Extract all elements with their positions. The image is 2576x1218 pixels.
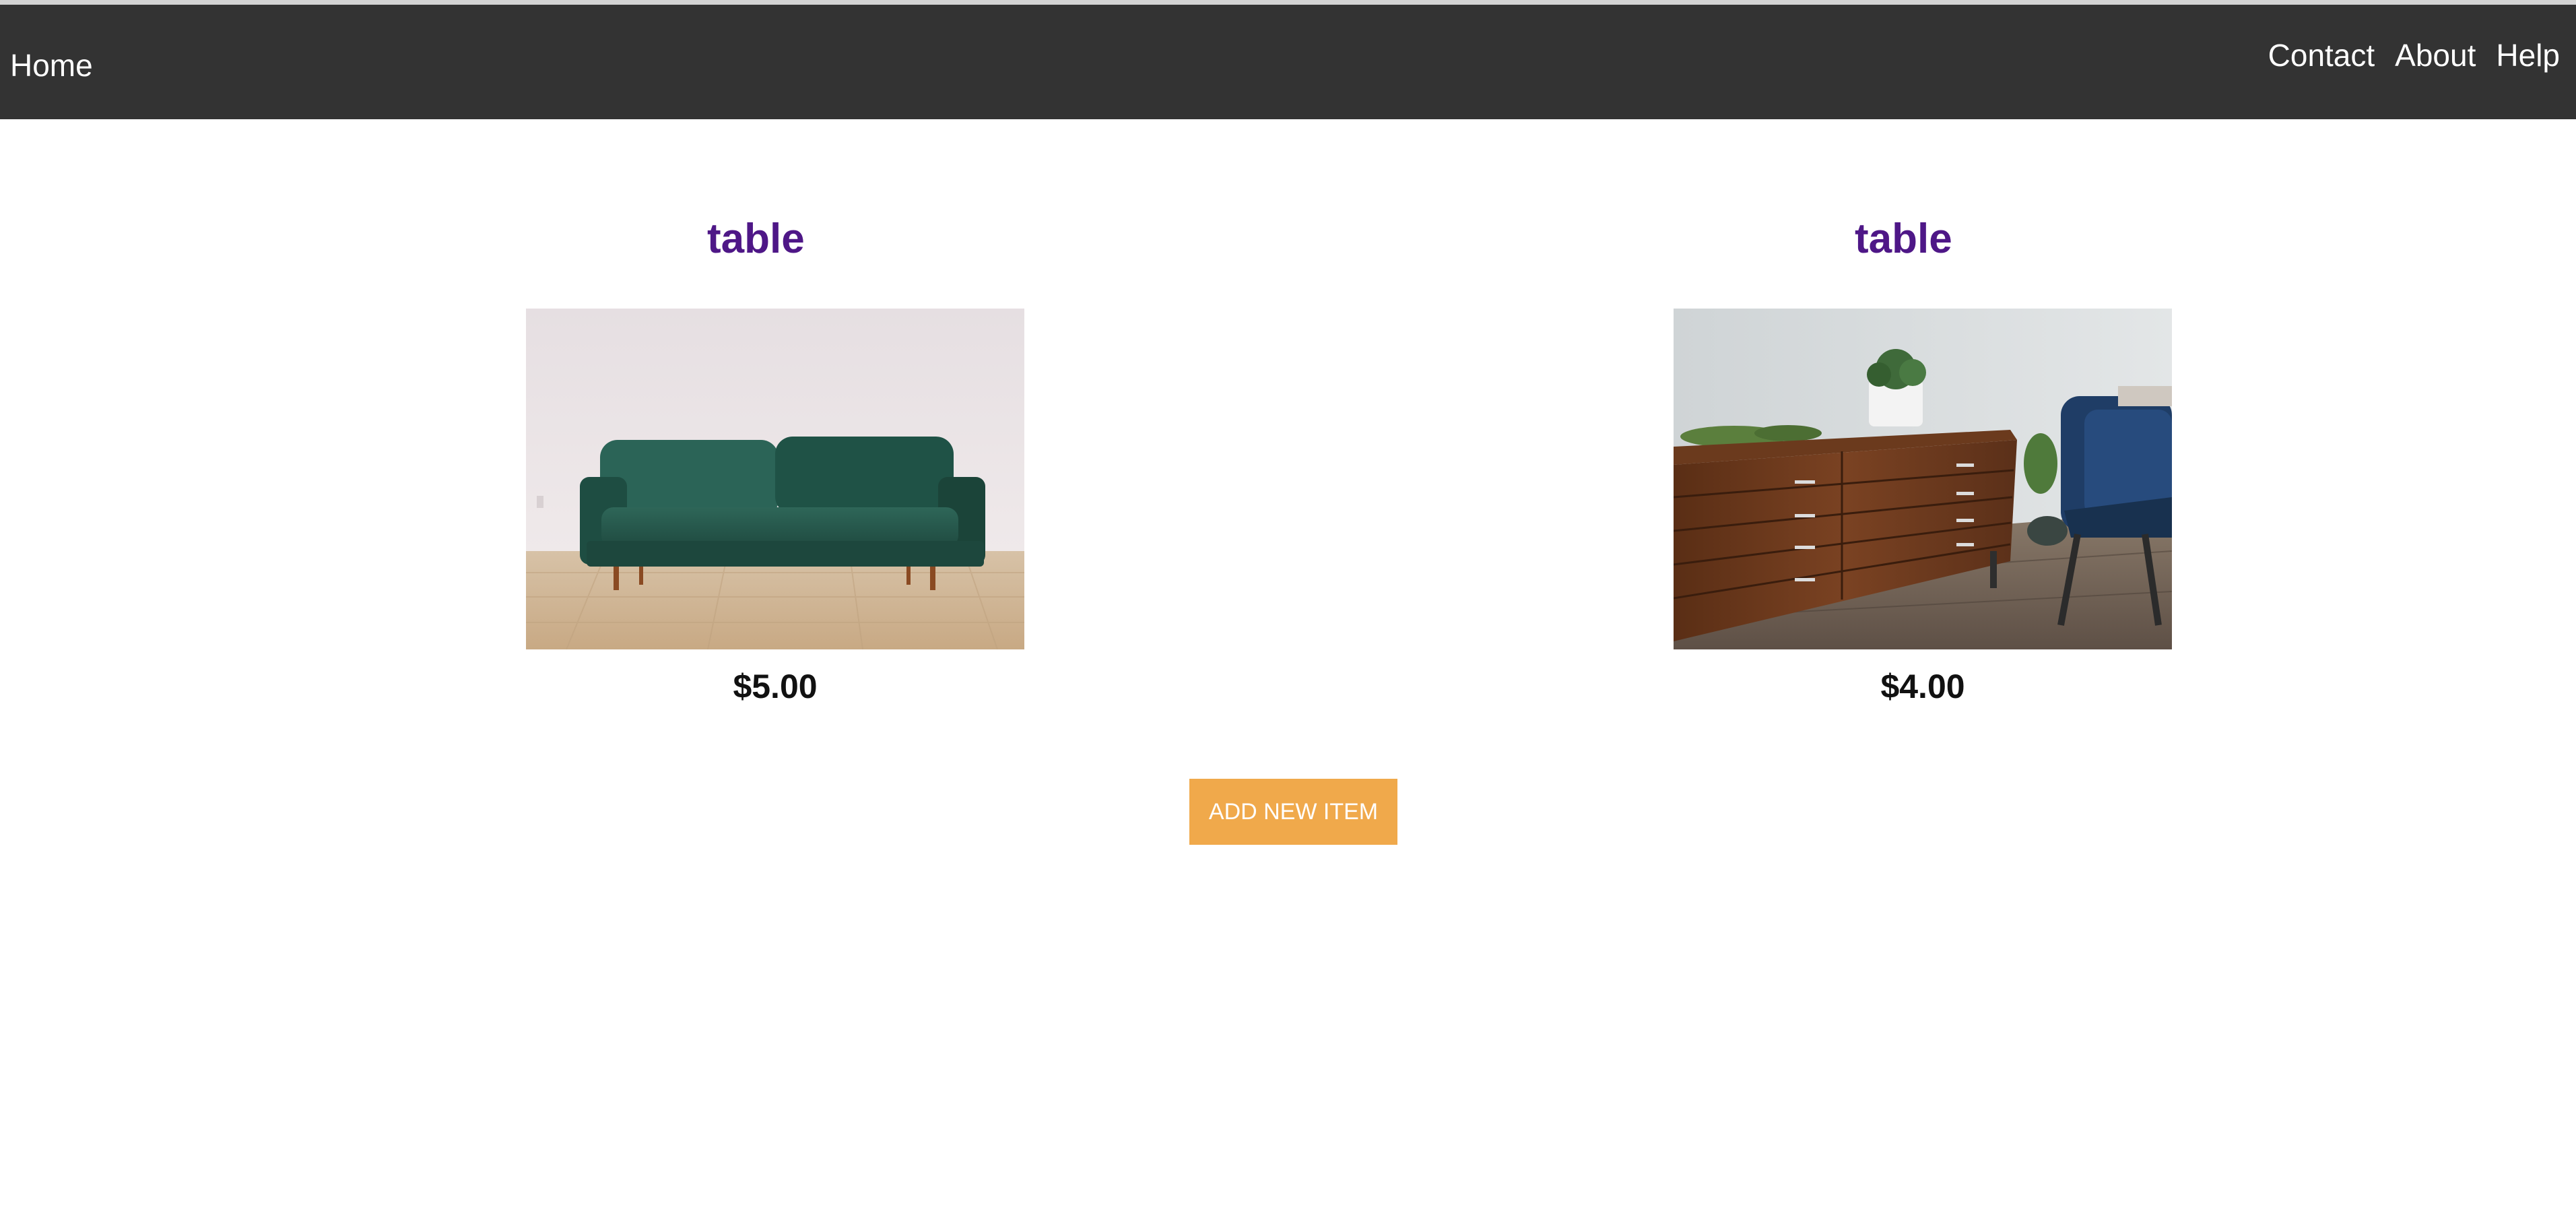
item-title: table <box>707 216 805 262</box>
dresser-photo <box>1674 309 2172 649</box>
item-price: $5.00 <box>733 668 818 705</box>
nav-home-link[interactable]: Home <box>10 45 93 86</box>
item-image-sofa <box>526 309 1024 649</box>
item-image-dresser <box>1674 309 2172 649</box>
add-new-item-button[interactable]: ADD NEW ITEM <box>1189 779 1397 845</box>
item-title: table <box>1855 216 1952 262</box>
navbar: Home Contact About Help <box>0 5 2576 119</box>
nav-help-link[interactable]: Help <box>2496 35 2560 75</box>
nav-links: Contact About Help <box>2268 35 2576 75</box>
nav-contact-link[interactable]: Contact <box>2268 35 2375 75</box>
sofa-photo <box>526 309 1024 649</box>
nav-about-link[interactable]: About <box>2395 35 2476 75</box>
item-price: $4.00 <box>1880 668 1965 705</box>
top-border <box>0 0 2576 5</box>
